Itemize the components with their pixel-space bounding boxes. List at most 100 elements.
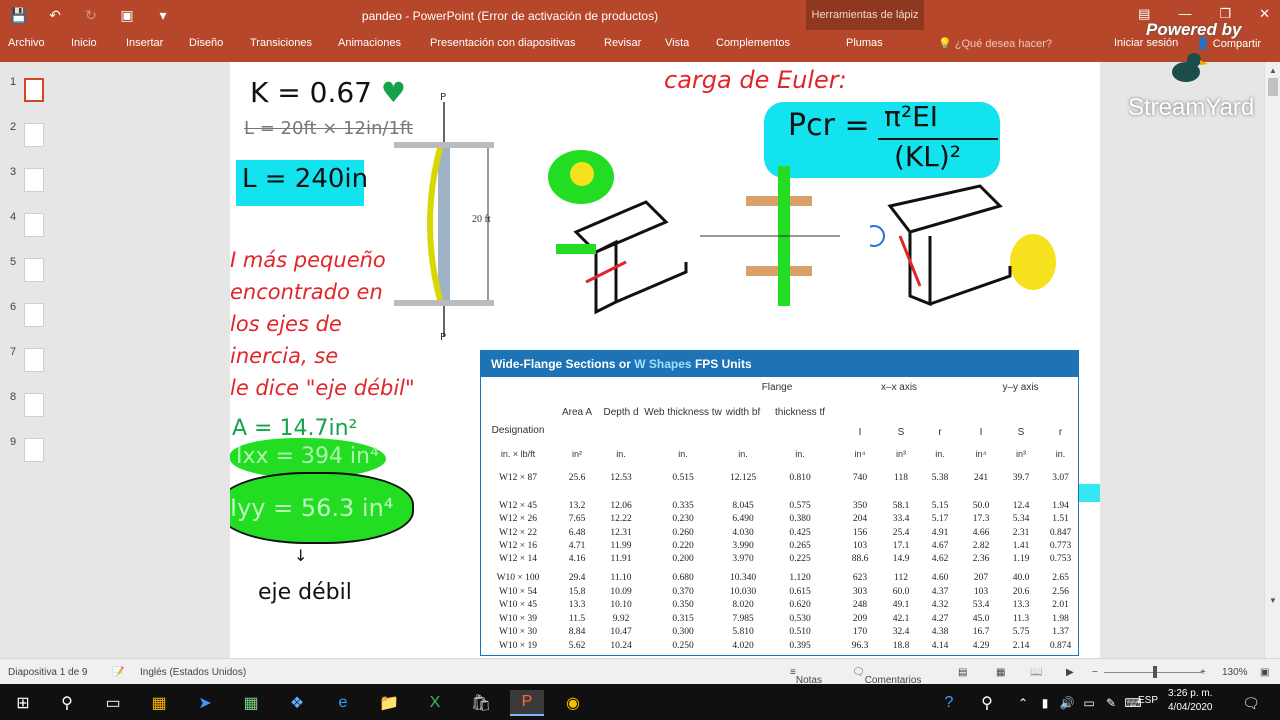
table-cell: W12 × 22 [498, 528, 538, 538]
fit-slide-icon[interactable]: ▣ [1260, 667, 1269, 678]
slideshow-icon[interactable]: ▶ [1066, 667, 1074, 678]
table-cell: 0.680 [672, 573, 694, 583]
tab-transiciones[interactable]: Transiciones [250, 37, 312, 49]
table-cell: 5.75 [1012, 627, 1030, 637]
close-icon[interactable]: ✕ [1259, 6, 1270, 22]
table-title: Wide-Flange Sections or W Shapes FPS Uni… [481, 351, 1078, 377]
weak-axis-note-line: encontrado en [230, 280, 383, 304]
edge-browser-icon[interactable]: e [326, 690, 360, 716]
table-cell: 0.260 [672, 528, 694, 538]
search-icon[interactable]: ⚲ [50, 690, 84, 716]
table-row: W12 × 14 4.16 11.91 0.200 3.970 0.225 88.6 14.9… [481, 554, 1078, 567]
table-cell: 112 [894, 573, 908, 583]
notes-button[interactable]: ≡ Notas [790, 667, 822, 686]
tab-archivo[interactable]: Archivo [8, 37, 45, 49]
zoom-slider-knob[interactable] [1153, 666, 1157, 678]
table-cell: 12.4 [1012, 501, 1030, 511]
column-body [438, 148, 450, 300]
table-cell: 14.7 [568, 487, 586, 497]
calculator-app-icon[interactable]: ▦ [234, 690, 268, 716]
store-icon[interactable]: 🛍 [464, 690, 498, 716]
table-row: W12 × 16 4.71 11.99 0.220 3.990 0.265 103 17.1 4… [481, 541, 1078, 554]
language-indicator[interactable]: Inglés (Estados Unidos) [140, 667, 246, 678]
people-icon[interactable]: ⚲ [970, 690, 1004, 716]
excel-icon[interactable]: X [418, 690, 452, 716]
comments-button[interactable]: 🗨 Comentarios [852, 667, 921, 686]
scroll-up-icon[interactable]: ▲ [1269, 66, 1277, 75]
ibeam-sketch-strong [556, 200, 688, 315]
slide-thumbnail-pane: 1 2 3 4 5 6 7 8 9 [0, 62, 62, 658]
table-row: W10 × 19 5.62 10.24 0.250 4.020 0.395 96.3 18.8… [481, 641, 1078, 654]
table-cell: W10 × 54 [498, 587, 538, 597]
table-cell: 0.810 [789, 473, 811, 483]
chrome-icon[interactable]: ◉ [556, 690, 590, 716]
vertical-scrollbar[interactable]: ▲ ▼ [1264, 62, 1280, 658]
app-grid-icon[interactable]: ▦ [142, 690, 176, 716]
notifications-icon[interactable]: 🗨 [1234, 690, 1268, 716]
unit-header: in. × lb/ft [500, 449, 536, 459]
help-icon[interactable]: ? [932, 690, 966, 716]
table-cell: 0.315 [672, 614, 694, 624]
column-header: S [897, 427, 905, 438]
reading-view-icon[interactable]: 📖 [1030, 667, 1042, 678]
tab-inicio[interactable]: Inicio [71, 37, 97, 49]
person-icon: 👤 [1196, 38, 1210, 50]
python-app-icon[interactable]: ➤ [188, 690, 222, 716]
table-cell: 0.200 [672, 554, 694, 564]
maximize-icon[interactable]: ❐ [1219, 6, 1231, 22]
spellcheck-icon[interactable]: 📝 [112, 667, 124, 678]
powerpoint-icon[interactable]: P [510, 690, 544, 716]
tab-complementos[interactable]: Complementos [716, 37, 790, 49]
dropbox-icon[interactable]: ❖ [280, 690, 314, 716]
tab-insertar[interactable]: Insertar [126, 37, 163, 49]
input-language[interactable]: ESP [1138, 695, 1158, 706]
table-cell: 4.37 [931, 587, 949, 597]
ixx-value: Ixx = 394 in⁴ [236, 444, 379, 469]
tab-plumas[interactable]: Plumas [846, 37, 883, 49]
unit-header: in. [738, 449, 748, 459]
windows-start-icon[interactable]: ⊞ [6, 690, 40, 716]
table-cell: 0.515 [672, 473, 694, 483]
scrollbar-thumb[interactable] [1268, 78, 1278, 96]
table-row: W12 × 26 7.65 12.22 0.230 6.490 0.380 204 33.4 5… [481, 514, 1078, 527]
tab-animaciones[interactable]: Animaciones [338, 37, 401, 49]
zoom-in-icon[interactable]: + [1200, 667, 1206, 678]
unit-header: in. [795, 449, 805, 459]
table-cell: 0.620 [789, 600, 811, 610]
tab-vista[interactable]: Vista [665, 37, 689, 49]
table-cell: 25.6 [568, 473, 586, 483]
tab-presentacion[interactable]: Presentación con diapositivas [430, 37, 576, 49]
table-cell: 1.41 [1012, 541, 1030, 551]
weak-axis-note-line: le dice "eje débil" [230, 376, 415, 400]
table-cell: 17.1 [892, 541, 910, 551]
tell-me-search[interactable]: 💡 ¿Qué desea hacer? [938, 37, 1052, 50]
task-view-icon[interactable]: ▭ [96, 690, 130, 716]
signin-link[interactable]: Iniciar sesión [1114, 37, 1178, 49]
tab-diseno[interactable]: Diseño [189, 37, 223, 49]
ribbon-display-icon[interactable]: ▤ [1138, 6, 1150, 22]
scroll-down-icon[interactable]: ▼ [1269, 596, 1277, 605]
table-cell: 103 [973, 587, 989, 597]
zoom-out-icon[interactable]: − [1092, 667, 1098, 678]
table-cell: 10.24 [610, 641, 632, 651]
tab-revisar[interactable]: Revisar [604, 37, 641, 49]
table-cell: 0.874 [1049, 641, 1072, 651]
zoom-level[interactable]: 130% [1222, 667, 1248, 678]
normal-view-icon[interactable]: ▤ [958, 667, 967, 678]
lightbulb-icon: 💡 [938, 38, 952, 50]
table-cell: W10 × 100 [496, 573, 540, 583]
window-controls: ▤ — ❐ ✕ [1138, 6, 1270, 22]
table-cell: 16.7 [972, 627, 990, 637]
table-cell: 0.380 [789, 514, 811, 524]
share-button[interactable]: 👤 Compartir [1196, 37, 1261, 50]
table-cell: 204 [852, 514, 868, 524]
table-cell: 394 [852, 487, 868, 497]
table-cell: 0.615 [789, 587, 811, 597]
table-cell: 4.38 [931, 627, 949, 637]
unit-header: in. [616, 449, 626, 459]
minimize-icon[interactable]: — [1178, 6, 1191, 22]
table-cell: 0.225 [789, 554, 811, 564]
system-clock[interactable]: 3:26 p. m. 4/04/2020 [1168, 687, 1213, 715]
slide-sorter-icon[interactable]: ▦ [996, 667, 1005, 678]
file-explorer-icon[interactable]: 📁 [372, 690, 406, 716]
